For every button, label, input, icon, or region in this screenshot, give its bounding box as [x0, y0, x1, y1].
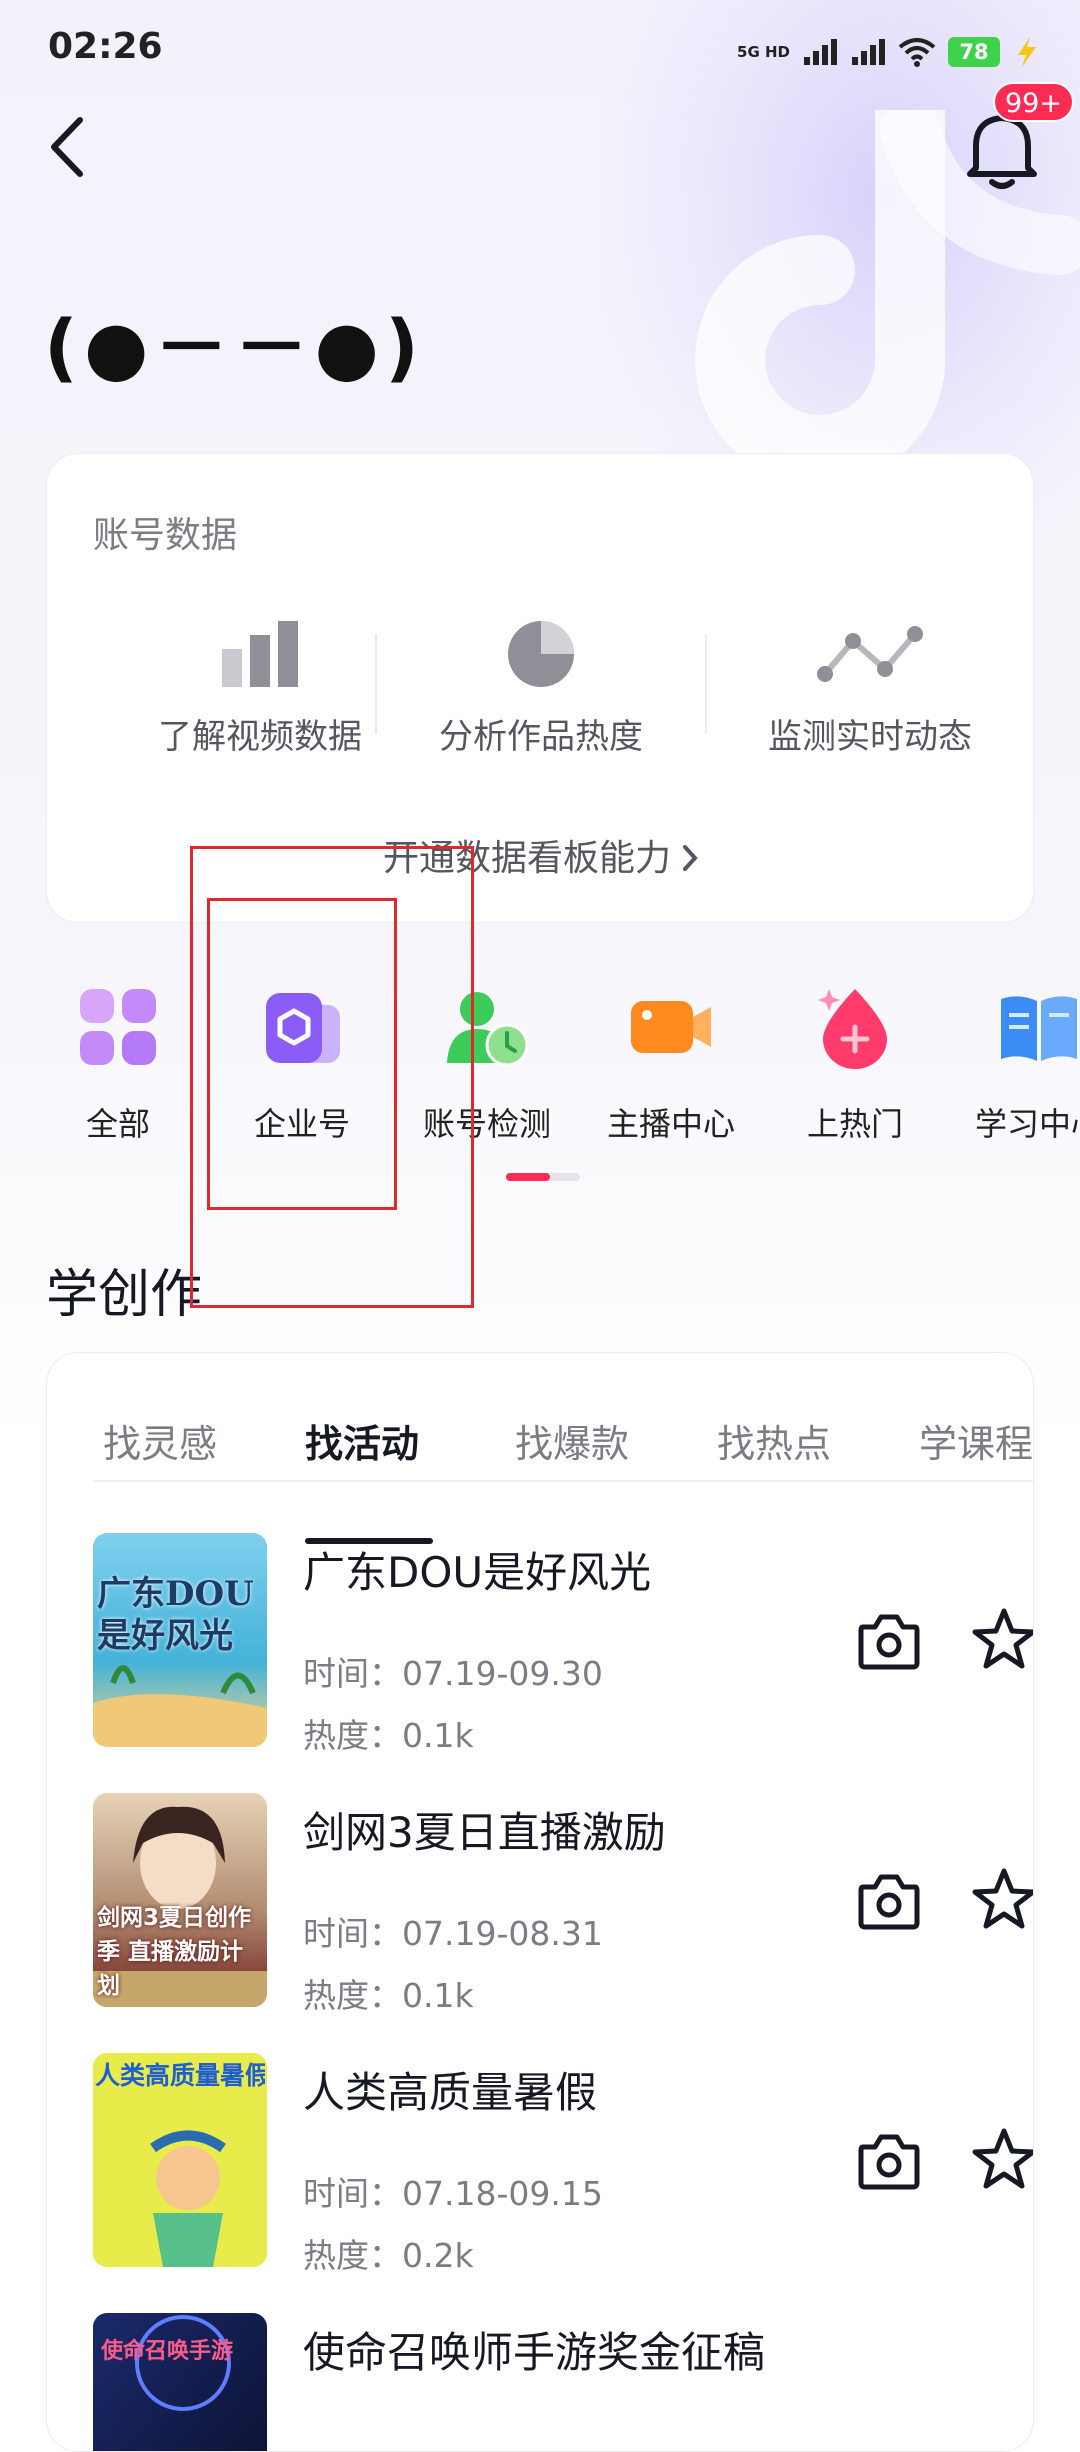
activity-item[interactable]: 剑网3夏日创作季 直播激励计划 剑网3夏日直播激励 时间：07.19-08.31…	[93, 1793, 1033, 2015]
star-icon[interactable]	[971, 1867, 1034, 1931]
status-icons: 5G HD 78	[737, 30, 1040, 74]
data-item-label: 分析作品热度	[439, 717, 643, 757]
thumbnail-text: 人类高质量暑假	[95, 2061, 265, 2090]
tab-hits[interactable]: 找爆款	[515, 1413, 629, 1468]
thumbnail-text: 剑网3夏日创作季 直播激励计划	[97, 1905, 252, 1999]
star-icon[interactable]	[971, 2127, 1034, 2191]
book-icon	[1001, 996, 1077, 1061]
activity-thumbnail[interactable]: 人类高质量暑假	[93, 2053, 267, 2267]
tab-courses[interactable]: 学课程	[919, 1413, 1033, 1468]
work-heat-item[interactable]: 分析作品热度	[376, 619, 706, 758]
video-camera-icon	[631, 1001, 711, 1053]
camera-icon[interactable]	[857, 1871, 921, 1931]
activity-item[interactable]: 人类高质量暑假 人类高质量暑假 时间：07.18-09.15 热度：0.2k	[93, 2053, 1033, 2275]
tabs-divider	[93, 1480, 1033, 1482]
creation-tabs: 找灵感 找活动 找爆款 找热点 学课程	[47, 1413, 1033, 1544]
thumbnail-text: 使命召唤手游	[101, 2339, 234, 2364]
shortcut-label: 上热门	[806, 1105, 903, 1143]
trending-drop-icon	[818, 989, 887, 1069]
section-title-learn-create: 学创作	[46, 1265, 203, 1325]
account-data-title: 账号数据	[93, 515, 238, 556]
tab-inspiration[interactable]: 找灵感	[103, 1413, 217, 1468]
shortcut-label: 学习中心	[974, 1105, 1080, 1143]
chevron-right-icon	[683, 845, 698, 871]
activity-title: 广东DOU是好风光	[303, 1548, 652, 1597]
tab-hotspots[interactable]: 找热点	[717, 1413, 831, 1468]
star-icon[interactable]	[971, 1607, 1034, 1671]
camera-icon[interactable]	[857, 1611, 921, 1671]
thumbnail-text: 广东DOU是好风光	[97, 1574, 254, 1656]
status-bar: 02:26 5G HD 78	[0, 0, 1080, 100]
shortcut-label: 主播中心	[606, 1105, 735, 1143]
activity-heat: 热度：0.1k	[303, 1976, 474, 2015]
grid-icon	[80, 989, 156, 1065]
back-arrow-icon[interactable]	[44, 112, 88, 182]
profile-name: (●－－●)	[44, 305, 425, 391]
bar-chart-icon	[222, 621, 298, 687]
network-type-label: 5G HD	[737, 43, 790, 61]
shortcut-streamer-center[interactable]: 主播中心	[576, 985, 766, 1145]
learn-create-card: 找灵感 找活动 找爆款 找热点 学课程 广东DOU是好风光 广东DOU是好风光 …	[46, 1352, 1034, 2452]
activity-thumbnail[interactable]: 剑网3夏日创作季 直播激励计划	[93, 1793, 267, 2007]
signal-bars-icon	[804, 39, 837, 65]
activity-title: 使命召唤师手游奖金征稿	[303, 2328, 766, 2377]
activity-time: 时间：07.18-09.15	[303, 2174, 603, 2213]
notification-badge: 99+	[993, 82, 1074, 122]
shortcut-label: 全部	[85, 1105, 150, 1143]
tab-activities[interactable]: 找活动	[305, 1413, 419, 1468]
camera-icon[interactable]	[857, 2131, 921, 2191]
activity-item[interactable]: 使命召唤手游 使命召唤师手游奖金征稿	[93, 2313, 993, 2451]
signal-bars-2-icon	[852, 39, 885, 65]
activity-heat: 热度：0.1k	[303, 1716, 474, 1755]
status-time: 02:26	[48, 26, 163, 67]
wifi-icon	[898, 38, 936, 67]
activity-thumbnail[interactable]: 广东DOU是好风光	[93, 1533, 267, 1747]
activity-time: 时间：07.19-09.30	[303, 1654, 603, 1693]
pie-chart-icon	[508, 621, 574, 687]
shortcut-learning-center[interactable]: 学习中心	[944, 985, 1080, 1145]
shortcut-go-trending[interactable]: 上热门	[760, 985, 950, 1145]
charging-icon	[1018, 37, 1036, 67]
activity-title: 人类高质量暑假	[303, 2068, 598, 2117]
line-chart-icon	[817, 626, 923, 682]
data-item-label: 监测实时动态	[768, 717, 972, 757]
activity-heat: 热度：0.2k	[303, 2236, 474, 2275]
shortcut-all[interactable]: 全部	[23, 985, 213, 1145]
battery-icon: 78	[948, 37, 1000, 67]
page-indicator-active	[506, 1173, 550, 1181]
realtime-monitor-item[interactable]: 监测实时动态	[705, 619, 1035, 758]
highlight-box-inner	[207, 898, 397, 1210]
activity-title: 剑网3夏日直播激励	[303, 1808, 666, 1857]
activity-thumbnail[interactable]: 使命召唤手游	[93, 2313, 267, 2451]
activity-time: 时间：07.19-08.31	[303, 1914, 603, 1953]
activity-item[interactable]: 广东DOU是好风光 广东DOU是好风光 时间：07.19-09.30 热度：0.…	[93, 1533, 1033, 1755]
